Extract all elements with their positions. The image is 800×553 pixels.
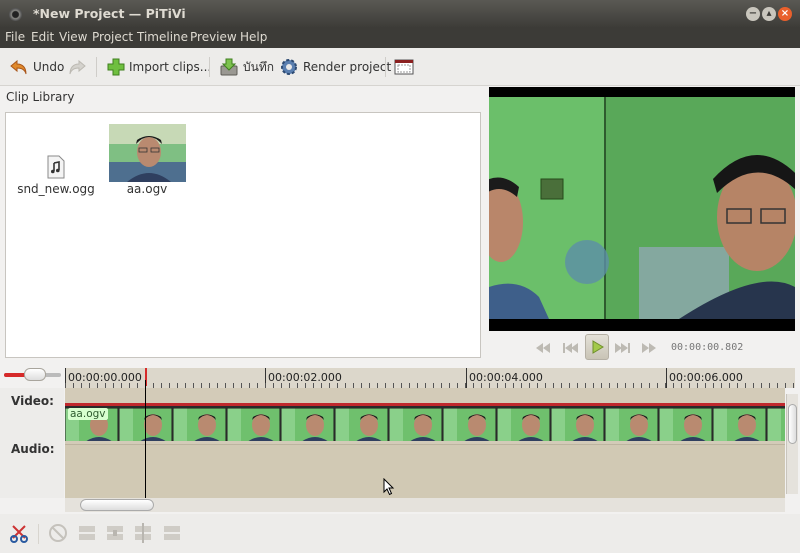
delete-icon[interactable] [47,523,69,543]
zoom-slider[interactable] [4,368,61,381]
horizontal-scrollbar-thumb[interactable] [80,499,154,511]
clip-frame-thumbnail [767,408,785,441]
video-track-clip[interactable]: aa.ogv [65,403,785,441]
timeline: 00:00:00.000 00:00:02.000 00:00:04.000 0… [0,364,800,514]
add-icon [107,58,125,76]
clip-frame-thumbnail [659,408,712,441]
timeline-vertical-scrollbar[interactable] [786,394,798,494]
clip-frame-thumbnail [497,408,550,441]
close-button[interactable]: × [778,7,792,21]
audio-track-lane[interactable] [65,444,785,498]
mouse-pointer-icon [383,478,395,496]
playhead-line[interactable] [145,380,146,500]
track-labels: Video: Audio: [0,388,64,498]
skip-forward-icon[interactable] [613,338,633,358]
toolbar-separator [209,57,210,77]
window-title: *New Project — PiTiVi [33,6,186,21]
undo-button[interactable]: Undo [9,56,64,78]
group-icon[interactable] [132,523,154,543]
menu-preview[interactable]: Preview [190,30,237,44]
clip-library-area[interactable]: snd_new.ogg aa.ogv [5,112,481,358]
video-thumbnail [108,124,186,182]
link-icon[interactable] [104,523,126,543]
play-button[interactable] [585,334,609,360]
clip-frame-thumbnail [173,408,226,441]
menu-bar: File Edit View Project Timeline Preview … [0,28,800,48]
clip-frame-thumbnail [227,408,280,441]
zoom-slider-knob[interactable] [24,368,46,381]
clip-item-audio[interactable]: snd_new.ogg [16,155,96,196]
maximize-button[interactable]: ▴ [762,7,776,21]
skip-back-icon[interactable] [560,338,580,358]
title-bar: *New Project — PiTiVi − ▴ × [0,0,800,28]
undo-icon [10,59,27,75]
import-clips-button[interactable]: Import clips... [107,56,211,78]
menu-edit[interactable]: Edit [31,30,54,44]
clip-frame-thumbnail [551,408,604,441]
menu-timeline[interactable]: Timeline [137,30,188,44]
save-label: บันทึก [243,59,274,74]
clip-name: snd_new.ogg [17,182,95,196]
redo-icon [69,59,86,75]
render-project-label: Render project [303,60,392,74]
fast-forward-icon[interactable] [639,338,659,358]
transport-controls: 00:00:00.802 [489,334,795,362]
ungroup-icon[interactable] [161,523,183,543]
fullscreen-button[interactable] [394,56,414,78]
clip-frame-thumbnail [389,408,442,441]
redo-button[interactable] [67,56,87,78]
app-icon[interactable] [9,8,22,21]
video-track-label: Video: [11,394,54,408]
preview-viewer [489,87,795,331]
audio-file-icon [47,155,65,179]
clip-frame-thumbnail [713,408,766,441]
play-icon [592,340,604,354]
import-clips-label: Import clips... [129,60,212,74]
clip-library-pane: Clip Library snd_new.ogg aa.ogv [3,87,482,360]
audio-track-label: Audio: [11,442,55,456]
menu-help[interactable]: Help [240,30,267,44]
save-icon [220,58,238,76]
timeline-toolbar [0,514,800,553]
save-button[interactable]: บันทึก [219,56,274,78]
preview-video-frame [489,97,795,319]
timecode-display: 00:00:00.802 [671,342,744,353]
clip-frame-thumbnail [335,408,388,441]
vertical-scrollbar-thumb[interactable] [788,404,797,444]
toolbar-separator [96,57,97,77]
toolbar-separator [38,524,39,544]
undo-label: Undo [33,60,65,74]
fullscreen-icon [394,59,414,75]
toolbar-separator [385,57,386,77]
clip-frame-thumbnail [605,408,658,441]
main-toolbar: Undo Import clips... บันทึก Render proje… [0,48,800,86]
split-scissors-icon[interactable] [9,523,31,543]
clip-frame-thumbnail [443,408,496,441]
clip-item-video[interactable]: aa.ogv [107,124,187,196]
minimize-button[interactable]: − [746,7,760,21]
timeline-horizontal-scrollbar[interactable] [65,498,785,512]
timeline-ruler[interactable]: 00:00:00.000 00:00:02.000 00:00:04.000 0… [65,368,795,388]
unlink-icon[interactable] [76,523,98,543]
menu-file[interactable]: File [5,30,25,44]
menu-project[interactable]: Project [92,30,133,44]
tracks-area[interactable]: aa.ogv [65,388,785,498]
timeline-clip-label: aa.ogv [68,408,108,420]
render-gear-icon [281,59,297,75]
clip-frame-thumbnail [281,408,334,441]
clip-library-title: Clip Library [6,90,75,104]
rewind-icon[interactable] [533,338,553,358]
menu-view[interactable]: View [59,30,87,44]
render-project-button[interactable]: Render project [279,56,391,78]
clip-name: aa.ogv [126,182,168,196]
